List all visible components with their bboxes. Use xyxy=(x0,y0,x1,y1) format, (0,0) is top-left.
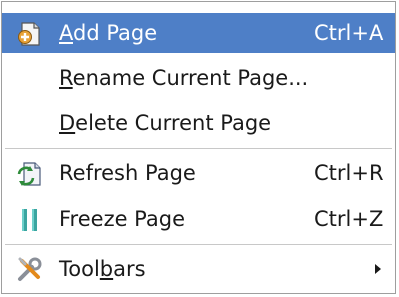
freeze-page-icon xyxy=(16,206,44,234)
context-menu: Add Page Ctrl+A Rename Current Page... D… xyxy=(1,1,396,294)
chevron-right-icon xyxy=(375,264,381,274)
menu-item-label: Freeze Page xyxy=(59,207,186,231)
menu-item-shortcut: Ctrl+Z xyxy=(314,207,384,231)
menu-item-label: Add Page xyxy=(59,21,158,45)
toolbars-icon xyxy=(16,256,44,284)
refresh-page-icon xyxy=(16,160,44,188)
menu-item-toolbars[interactable]: Toolbars xyxy=(2,249,395,289)
menu-item-label: Rename Current Page... xyxy=(59,66,309,90)
menu-item-rename-current-page[interactable]: Rename Current Page... xyxy=(2,58,395,98)
add-page-icon xyxy=(16,20,44,48)
menu-item-add-page[interactable]: Add Page Ctrl+A xyxy=(2,13,395,53)
menu-item-shortcut: Ctrl+A xyxy=(314,21,384,45)
menu-item-label: Toolbars xyxy=(59,257,146,281)
menu-item-shortcut: Ctrl+R xyxy=(314,161,384,185)
menu-separator xyxy=(5,244,392,245)
menu-item-refresh-page[interactable]: Refresh Page Ctrl+R xyxy=(2,153,395,193)
menu-item-delete-current-page[interactable]: Delete Current Page xyxy=(2,103,395,143)
menu-item-label: Refresh Page xyxy=(59,161,196,185)
menu-item-freeze-page[interactable]: Freeze Page Ctrl+Z xyxy=(2,199,395,239)
menu-item-label: Delete Current Page xyxy=(59,111,272,135)
menu-separator xyxy=(5,148,392,149)
